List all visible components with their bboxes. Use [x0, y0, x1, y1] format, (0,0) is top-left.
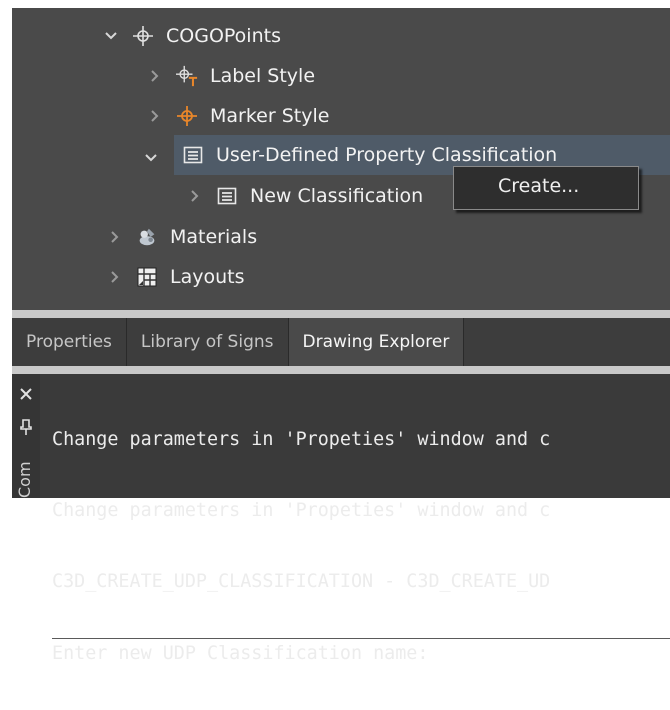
chevron-right-icon[interactable]	[108, 230, 122, 244]
close-icon[interactable]	[18, 386, 34, 402]
marker-style-icon	[176, 105, 198, 127]
tree-item-materials[interactable]: Materials	[108, 217, 257, 257]
command-history-line: Change parameters in 'Propeties' window …	[52, 429, 551, 450]
context-menu-create[interactable]: Create...	[498, 175, 579, 197]
tree-item-label: Label Style	[210, 65, 316, 87]
cogo-points-icon	[132, 25, 154, 47]
panel-divider	[12, 310, 670, 318]
command-history-line: C3D_CREATE_UDP_CLASSIFICATION - C3D_CREA…	[52, 571, 551, 592]
tree-item-label: New Classification	[250, 185, 424, 207]
label-style-icon	[176, 65, 198, 87]
tree-item-new-classification[interactable]: New Classification	[188, 176, 454, 216]
tab-drawing-explorer[interactable]: Drawing Explorer	[288, 318, 465, 366]
tree-item-label: COGOPoints	[166, 25, 281, 47]
panel-divider	[12, 366, 670, 374]
drawing-explorer-tree: COGOPoints Label Style Marker Style User…	[12, 8, 670, 310]
command-panel-strip: Com	[12, 374, 40, 498]
pin-icon[interactable]	[18, 418, 34, 436]
materials-icon	[136, 226, 158, 248]
chevron-right-icon[interactable]	[108, 270, 122, 284]
context-menu: Create...	[453, 166, 639, 210]
tab-properties[interactable]: Properties	[12, 318, 127, 366]
panel-tab-bar: Properties Library of Signs Drawing Expl…	[12, 318, 670, 366]
command-history-line: Change parameters in 'Propeties' window …	[52, 500, 551, 521]
chevron-right-icon[interactable]	[188, 189, 202, 203]
classification-list-icon	[182, 144, 204, 166]
command-history: Change parameters in 'Propeties' window …	[52, 383, 670, 710]
classification-list-icon	[216, 185, 238, 207]
tree-item-label: Marker Style	[210, 105, 330, 127]
tree-item-label: Materials	[170, 226, 258, 248]
tree-item-layouts[interactable]: Layouts	[108, 257, 245, 297]
chevron-right-icon[interactable]	[148, 109, 162, 123]
tree-item-label: User-Defined Property Classification	[216, 144, 558, 166]
command-prompt[interactable]: Enter new UDP Classification name:	[52, 638, 670, 668]
chevron-down-icon[interactable]	[144, 148, 158, 170]
command-panel-title: Com	[15, 461, 34, 498]
chevron-down-icon[interactable]	[104, 29, 118, 43]
tree-item-label: Layouts	[170, 266, 245, 288]
tree-item-marker-style[interactable]: Marker Style	[148, 96, 329, 136]
tab-library-of-signs[interactable]: Library of Signs	[127, 318, 289, 366]
chevron-right-icon[interactable]	[148, 69, 162, 83]
command-line-panel: Com Change parameters in 'Propeties' win…	[12, 374, 670, 664]
tree-item-label-style[interactable]: Label Style	[148, 56, 315, 96]
tree-item-cogopoints[interactable]: COGOPoints	[104, 16, 281, 56]
layouts-icon	[136, 266, 158, 288]
